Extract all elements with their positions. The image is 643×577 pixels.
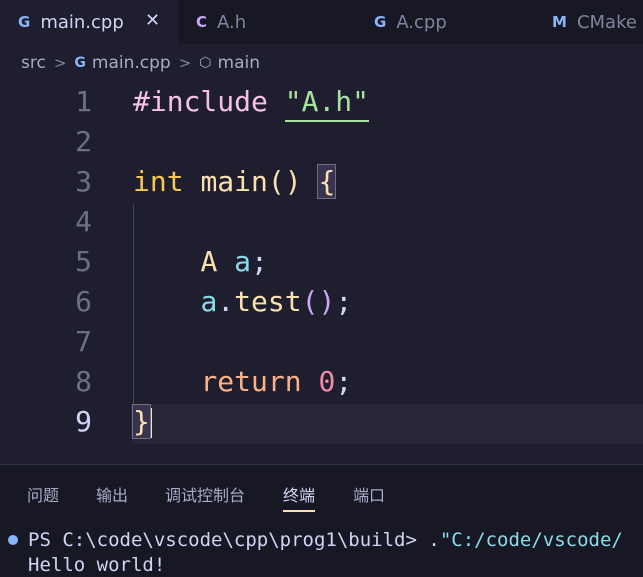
- chevron-right-icon: >: [53, 54, 67, 72]
- command-status-dot-icon[interactable]: [8, 535, 18, 545]
- breadcrumb-folder[interactable]: src: [21, 53, 46, 73]
- include-path-link[interactable]: "A.h": [284, 85, 370, 122]
- line-number-gutter: 1 2 3 4 5 6 7 8 9: [0, 82, 120, 464]
- line-number: 8: [75, 365, 92, 398]
- text-cursor: [149, 408, 152, 438]
- keyword-return: return: [200, 365, 302, 398]
- close-icon[interactable]: ✕: [145, 10, 160, 31]
- breadcrumb: src > G main.cpp > ⬡ main: [0, 44, 643, 82]
- cmake-file-icon: M: [552, 13, 567, 31]
- tab-cmake[interactable]: M CMake: [534, 0, 643, 44]
- tab-debug-console[interactable]: 调试控制台: [165, 482, 245, 506]
- tab-a-h[interactable]: C A.h: [178, 0, 356, 44]
- open-brace-match: {: [317, 164, 337, 199]
- method-name: test: [234, 285, 302, 318]
- code-line-5: A a;: [133, 242, 268, 282]
- terminal-path-arg: "C:/code/vscode/: [439, 529, 623, 551]
- terminal-output-line: Hello world!: [28, 554, 166, 576]
- code-line-9: }: [132, 402, 152, 442]
- tab-output[interactable]: 输出: [96, 482, 128, 506]
- line-number: 2: [75, 125, 92, 158]
- chevron-right-icon: >: [178, 54, 192, 72]
- function-name: main: [200, 165, 268, 198]
- class-type: A: [200, 245, 218, 278]
- tab-main-cpp[interactable]: G main.cpp ✕: [0, 0, 178, 44]
- cpp-file-icon: G: [374, 13, 387, 31]
- code-line-8: return 0;: [133, 362, 352, 402]
- cpp-file-icon: G: [74, 55, 86, 71]
- editor-tab-bar: G main.cpp ✕ C A.h G A.cpp M CMake: [0, 0, 643, 44]
- vscode-window: G main.cpp ✕ C A.h G A.cpp M CMake src >…: [0, 0, 643, 577]
- c-header-file-icon: C: [196, 13, 208, 31]
- tab-a-cpp[interactable]: G A.cpp: [356, 0, 534, 44]
- current-line-highlight: [131, 404, 643, 444]
- line-number: 3: [75, 165, 92, 198]
- variable-name: a: [234, 245, 252, 278]
- paren: (): [267, 165, 302, 198]
- code-line-3: int main() {: [133, 162, 337, 202]
- object-name: a: [200, 285, 218, 318]
- line-number: 1: [75, 85, 92, 118]
- breadcrumb-symbol[interactable]: main: [218, 53, 260, 73]
- code-line-1: #include "A.h": [133, 82, 370, 122]
- close-brace-match: }: [132, 404, 151, 439]
- cpp-file-icon: G: [18, 13, 31, 31]
- preprocessor-directive: #include: [133, 85, 268, 118]
- keyword-type: int: [133, 165, 184, 198]
- tab-problems[interactable]: 问题: [27, 482, 59, 506]
- semicolon: ;: [335, 285, 353, 318]
- line-number: 5: [75, 245, 92, 278]
- line-number: 7: [75, 325, 92, 358]
- semicolon: ;: [251, 245, 268, 278]
- breadcrumb-file[interactable]: main.cpp: [92, 53, 171, 73]
- line-number-current: 9: [75, 405, 92, 438]
- tab-terminal[interactable]: 终端: [283, 482, 316, 512]
- tab-label: main.cpp: [40, 11, 124, 33]
- line-number: 6: [75, 285, 92, 318]
- line-number: 4: [75, 205, 92, 238]
- symbol-method-icon: ⬡: [199, 55, 212, 71]
- paren: (): [301, 285, 336, 318]
- dot: .: [217, 285, 235, 318]
- tab-label: CMake: [576, 11, 637, 33]
- tab-ports[interactable]: 端口: [353, 482, 385, 506]
- code-editor[interactable]: 1 2 3 4 5 6 7 8 9 #include "A.h" int mai…: [0, 82, 643, 464]
- tab-label: A.h: [217, 11, 247, 33]
- code-line-6: a.test();: [133, 282, 352, 322]
- terminal-prompt: PS C:\code\vscode\cpp\prog1\build> .: [28, 529, 440, 551]
- semicolon: ;: [335, 365, 353, 398]
- terminal-command-line[interactable]: PS C:\code\vscode\cpp\prog1\build> ."C:/…: [28, 527, 623, 553]
- tab-label: A.cpp: [396, 11, 447, 33]
- number-literal: 0: [318, 365, 336, 398]
- bottom-panel: 问题 输出 调试控制台 终端 端口 PS C:\code\vscode\cpp\…: [0, 464, 643, 577]
